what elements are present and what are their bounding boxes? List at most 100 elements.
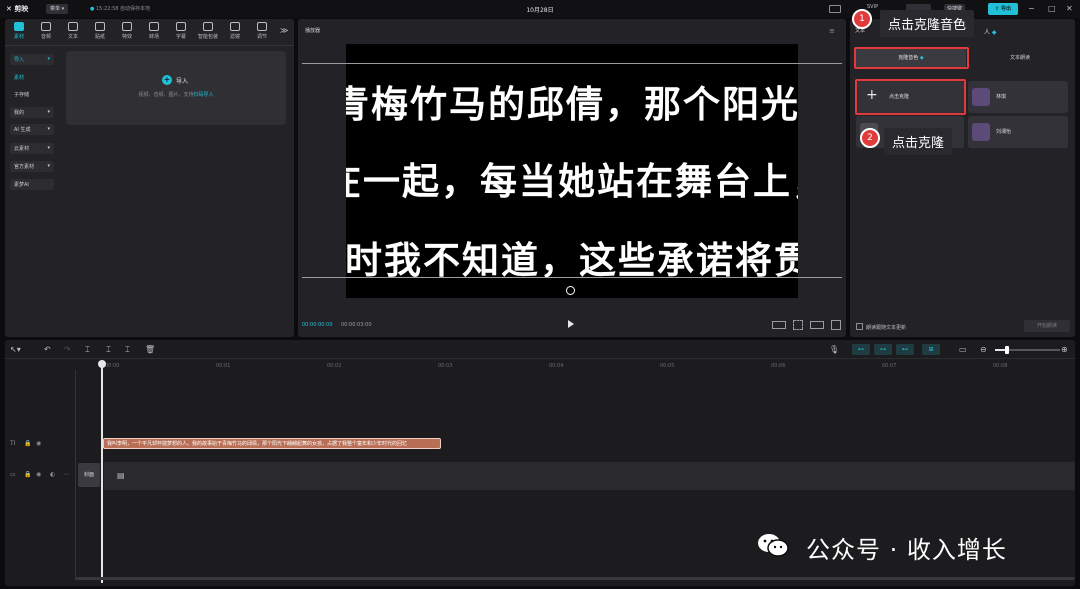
sidebar-item-7[interactable]: 素梦AI	[10, 179, 54, 190]
current-time: 00:00:00:00	[302, 322, 333, 328]
follow-update-label: 朗读跟随文本更新	[866, 325, 907, 331]
split-icon[interactable]: ⌶	[85, 345, 90, 355]
sticker-icon	[95, 22, 105, 31]
more-tools-icon[interactable]: ≫	[280, 26, 288, 35]
ratio-icon[interactable]	[772, 321, 786, 329]
total-duration: 00:00:03:00	[341, 322, 372, 328]
sidebar-item-0[interactable]: 导入 ▾	[10, 54, 54, 65]
import-area[interactable]: + 导入 视频、音频、图片，支持扫码导入	[66, 51, 286, 125]
tool-media[interactable]: 素材	[7, 22, 31, 40]
cover-button[interactable]: 封面	[78, 463, 100, 487]
effects-icon	[122, 22, 132, 31]
timeline-scrollbar[interactable]	[75, 577, 1075, 580]
sidebar-item-1[interactable]: 素材	[10, 72, 28, 83]
rotate-handle-icon[interactable]	[566, 286, 575, 295]
voice-name-1: 林琪	[996, 94, 1007, 100]
zoom-icon[interactable]	[810, 321, 824, 329]
close-icon[interactable]: ✕	[1066, 4, 1073, 13]
export-button[interactable]: ⇧ 导出	[988, 3, 1018, 15]
text-box-top-edge[interactable]	[302, 63, 842, 64]
select-tool-icon[interactable]: ↖▾	[10, 345, 21, 354]
link-toggle-icon[interactable]: ⊶	[874, 344, 892, 355]
mute-icon[interactable]: ◐	[50, 471, 55, 478]
magnet-toggle-icon[interactable]: ⊷	[852, 344, 870, 355]
redo-icon[interactable]: ↷	[64, 345, 71, 354]
text-icon	[68, 22, 78, 31]
tool-text[interactable]: 文本	[61, 22, 85, 40]
chevron-down-icon: ▾	[47, 163, 50, 169]
sidebar-item-2[interactable]: 子存储	[10, 89, 33, 100]
layout-icon[interactable]	[829, 5, 841, 13]
adjust-icon	[257, 22, 267, 31]
sidebar-item-3[interactable]: 我的 ▾	[10, 107, 54, 118]
sidebar-item-5[interactable]: 云素材 ▾	[10, 143, 54, 154]
ruler-tick-label: 00:06	[771, 363, 786, 369]
eye-icon[interactable]: ◉	[36, 440, 41, 447]
sidebar-item-label: 导入	[14, 57, 25, 63]
undo-icon[interactable]: ↶	[44, 345, 51, 354]
delete-icon[interactable]: 🗑	[145, 345, 155, 354]
tool-effects[interactable]: 特效	[115, 22, 139, 40]
chevron-down-icon: ▾	[47, 56, 50, 62]
tool-transition[interactable]: 转场	[142, 22, 166, 40]
tool-audio[interactable]: 音频	[34, 22, 58, 40]
sidebar-item-6[interactable]: 官方素材 ▾	[10, 161, 54, 172]
main-track[interactable]	[104, 462, 1075, 490]
playhead[interactable]	[101, 361, 103, 583]
track-header-divider	[75, 370, 76, 580]
play-button-icon[interactable]	[568, 320, 574, 328]
video-canvas[interactable]: 青梅竹马的邱倩，那个阳光下的 在一起，每当她站在舞台上， 那时我不知道，这些承诺…	[346, 44, 798, 298]
tool-label: 音频	[40, 34, 51, 40]
minimize-icon[interactable]: −	[1028, 4, 1035, 13]
preview-axis-icon[interactable]: ⊷	[896, 344, 914, 355]
sidebar-item-label: 云素材	[14, 146, 30, 152]
fullscreen-icon[interactable]	[831, 320, 841, 330]
caption-tool-icon[interactable]: ▭	[959, 345, 967, 354]
smart-pack-icon	[203, 22, 213, 31]
film-icon: ▤	[117, 471, 125, 480]
tab-text-to-speech[interactable]: 文本朗读	[968, 49, 1072, 67]
tool-smart-pack[interactable]: 智能包装	[196, 22, 220, 40]
lock-icon[interactable]: 🔒	[24, 440, 31, 447]
text-clip[interactable]: 我叫李明，一个平凡却怀揣梦想的人。我的故事始于青梅竹马的邱倩，那个阳光下翩翩起舞…	[103, 438, 441, 449]
sidebar-item-label: AI 生成	[14, 127, 31, 133]
ruler-tick-label: 00:08	[993, 363, 1008, 369]
import-hint: 视频、音频、图片，支持扫码导入	[66, 91, 286, 98]
zoom-in-icon[interactable]: ⊕	[1061, 345, 1068, 354]
follow-update-checkbox[interactable]	[856, 323, 863, 330]
eye-icon[interactable]: ◉	[36, 471, 41, 478]
start-reading-button[interactable]: 开始朗读	[1024, 320, 1070, 332]
sidebar-item-4[interactable]: AI 生成 ▾	[10, 124, 54, 135]
zoom-slider-handle[interactable]	[1005, 346, 1009, 354]
tab-person[interactable]: 人 ◆	[984, 27, 997, 36]
tool-label: 调节	[256, 34, 267, 40]
step2-highlight	[855, 79, 966, 115]
player-menu-icon[interactable]: ≡	[829, 27, 835, 35]
trim-left-icon[interactable]: ⌶	[106, 345, 111, 355]
trim-right-icon[interactable]: ⌶	[125, 345, 130, 355]
filter-icon	[230, 22, 240, 31]
tool-adjust[interactable]: 调节	[250, 22, 274, 40]
tool-filter[interactable]: 滤镜	[223, 22, 247, 40]
more-icon[interactable]: ⋯	[63, 471, 69, 478]
step2-label: 点击克隆	[884, 128, 953, 155]
text-track-icon: TI	[10, 440, 16, 447]
zoom-out-icon[interactable]: ⊖	[980, 345, 987, 354]
maximize-icon[interactable]: □	[1048, 4, 1056, 13]
scan-import-link[interactable]: 扫码导入	[194, 92, 214, 98]
sidebar-item-label: 素梦AI	[14, 182, 29, 188]
sidebar-item-label: 素材	[14, 75, 25, 81]
menu-button[interactable]: 菜单 ▾	[46, 4, 69, 14]
lock-icon[interactable]: 🔒	[24, 471, 31, 478]
playhead-handle[interactable]	[98, 360, 106, 368]
fit-icon[interactable]	[793, 320, 803, 330]
step2-marker: 2	[860, 128, 880, 148]
tool-sticker[interactable]: 贴纸	[88, 22, 112, 40]
text-box-bottom-edge[interactable]	[302, 277, 842, 278]
sidebar-item-label: 我的	[14, 110, 25, 116]
mic-icon[interactable]: 🎙	[829, 345, 839, 354]
tool-caption[interactable]: 字幕	[169, 22, 193, 40]
voice-card-1[interactable]: 林琪	[968, 81, 1068, 113]
voice-card-2[interactable]: 刘湘怡	[968, 116, 1068, 148]
snap-toggle-icon[interactable]: ⊞	[922, 344, 940, 355]
